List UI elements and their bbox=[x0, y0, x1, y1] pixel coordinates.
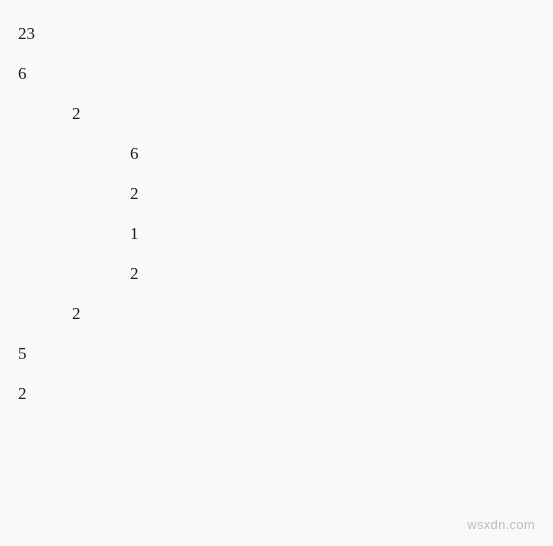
list-item: 6 bbox=[18, 144, 553, 184]
list-item: 2 bbox=[18, 384, 553, 424]
list-item: 2 bbox=[18, 104, 553, 144]
list-item-value: 6 bbox=[130, 144, 139, 164]
list-item: 5 bbox=[18, 344, 553, 384]
list-item: 1 bbox=[18, 224, 553, 264]
list-item: 2 bbox=[18, 304, 553, 344]
list-item: 23 bbox=[18, 24, 553, 64]
list-item-value: 6 bbox=[18, 64, 27, 84]
list-item: 6 bbox=[18, 64, 553, 104]
list-item-value: 2 bbox=[130, 264, 139, 284]
list-item-value: 5 bbox=[18, 344, 27, 364]
watermark-text: wsxdn.com bbox=[467, 517, 535, 532]
list-item-value: 23 bbox=[18, 24, 35, 44]
list-item-value: 1 bbox=[130, 224, 139, 244]
list-item-value: 2 bbox=[72, 104, 81, 124]
list-item-value: 2 bbox=[72, 304, 81, 324]
list-item-value: 2 bbox=[130, 184, 139, 204]
list-item-value: 2 bbox=[18, 384, 27, 404]
list-item: 2 bbox=[18, 264, 553, 304]
list-item: 2 bbox=[18, 184, 553, 224]
